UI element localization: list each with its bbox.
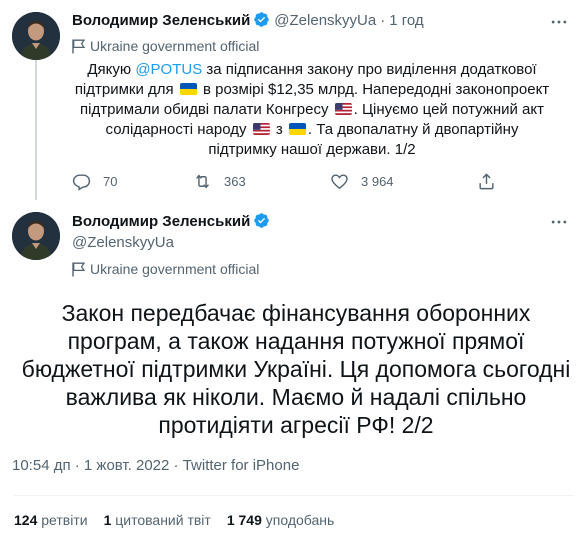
us-flag-icon <box>334 103 352 115</box>
retweet-count: 363 <box>224 174 246 189</box>
share-button[interactable] <box>477 172 508 191</box>
government-flag-icon <box>72 262 86 277</box>
retweet-button[interactable]: 363 <box>193 172 246 191</box>
us-flag-icon <box>252 123 270 135</box>
author-handle[interactable]: @ZelenskyyUa <box>72 233 174 253</box>
government-label-text: Ukraine government official <box>90 261 260 277</box>
retweets-stat[interactable]: 124 ретвіти <box>14 512 88 528</box>
likes-stat[interactable]: 1 749 уподобань <box>227 512 334 528</box>
tweet-text-part: з <box>271 121 287 138</box>
thread-line <box>35 60 37 200</box>
like-count: 3 964 <box>361 174 394 189</box>
author-name[interactable]: Володимир Зеленський <box>72 12 250 29</box>
retweets-label: ретвіти <box>41 512 88 528</box>
verified-badge-icon <box>253 11 270 34</box>
tweet-timestamp[interactable]: 10:54 дп · 1 жовт. 2022 <box>12 457 169 474</box>
quotes-label: цитований твіт <box>115 512 211 528</box>
tweet-actions: 70 363 3 964 <box>72 172 512 192</box>
reply-button[interactable]: 70 <box>72 172 117 191</box>
tweet-text: Закон передбачає фінансування оборонних … <box>21 300 571 438</box>
government-label-text: Ukraine government official <box>90 38 260 54</box>
avatar-portrait-icon <box>12 212 60 260</box>
government-label: Ukraine government official <box>72 37 259 55</box>
ukraine-flag-icon <box>288 123 306 135</box>
mention-link[interactable]: @POTUS <box>135 61 202 78</box>
tweet-1[interactable]: Володимир Зеленський @ZelenskyyUa · 1 год U… <box>0 0 587 200</box>
tweet-time[interactable]: 1 год <box>389 12 423 29</box>
reply-icon <box>72 174 91 191</box>
share-icon <box>479 173 494 190</box>
quotes-stat[interactable]: 1 цитований твіт <box>104 512 211 528</box>
likes-label: уподобань <box>265 512 335 528</box>
tweet-header: Володимир Зеленський @ZelenskyyUa · 1 год <box>72 11 424 34</box>
tweet-text: Дякую @POTUS за підписання закону про ви… <box>72 60 552 160</box>
ukraine-flag-icon <box>179 83 197 95</box>
tweet-meta: 10:54 дп · 1 жовт. 2022 · Twitter for iP… <box>12 456 299 476</box>
government-flag-icon <box>72 39 86 54</box>
author-name[interactable]: Володимир Зеленський <box>72 213 250 230</box>
avatar-portrait-icon <box>12 12 60 60</box>
likes-count: 1 749 <box>226 512 262 528</box>
tweet-text-part: Дякую <box>87 61 136 78</box>
tweet-2[interactable]: Володимир Зеленський @ZelenskyyUa Ukrain… <box>0 200 587 538</box>
meta-separator: · <box>169 457 183 474</box>
avatar[interactable] <box>12 12 60 60</box>
tweet-stats: 124 ретвіти 1 цитований твіт 1 749 уподоба… <box>14 510 350 530</box>
more-dots-icon[interactable] <box>549 12 569 32</box>
tweet-source-link[interactable]: Twitter for iPhone <box>183 457 300 474</box>
reply-count: 70 <box>103 174 118 189</box>
separator-dot: · <box>380 12 386 29</box>
verified-badge-icon <box>253 212 270 235</box>
divider <box>14 495 574 496</box>
heart-icon <box>331 174 348 190</box>
more-dots-icon[interactable] <box>549 212 569 232</box>
like-button[interactable]: 3 964 <box>330 172 394 191</box>
author-name-row: Володимир Зеленський <box>72 212 270 235</box>
retweets-count: 124 <box>14 512 38 528</box>
retweet-icon <box>196 174 209 189</box>
author-handle[interactable]: @ZelenskyyUa <box>274 12 376 29</box>
avatar[interactable] <box>12 212 60 260</box>
quotes-count: 1 <box>103 512 112 528</box>
government-label: Ukraine government official <box>72 260 259 278</box>
